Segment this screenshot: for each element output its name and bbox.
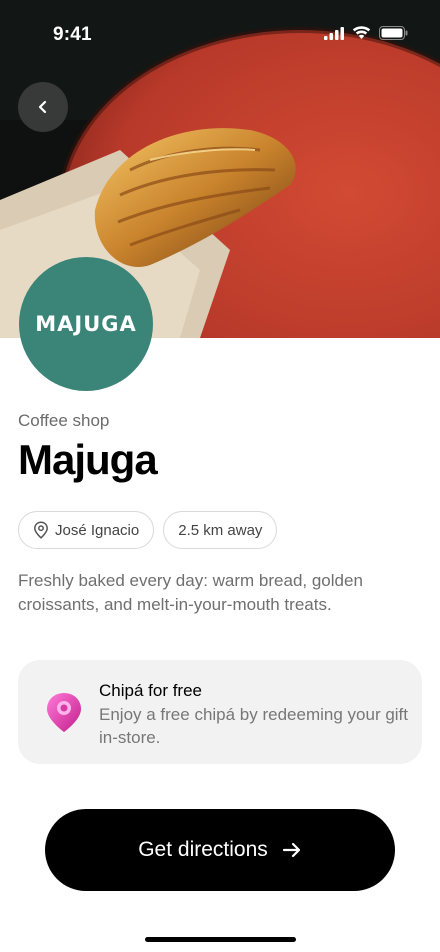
shop-logo-text: MAJUGA: [35, 312, 137, 336]
shop-logo: MAJUGA: [19, 257, 153, 391]
status-bar: 9:41: [0, 0, 440, 70]
location-label: José Ignacio: [55, 521, 140, 539]
wifi-icon: [352, 26, 371, 39]
promo-description: Enjoy a free chipá by redeeming your gif…: [99, 705, 409, 747]
map-pin-icon: [34, 521, 48, 539]
shop-name: Majuga: [18, 436, 158, 483]
chevron-left-icon: [38, 100, 47, 114]
status-icons: [324, 26, 408, 40]
promo-card[interactable]: Chipá for free Enjoy a free chipá by red…: [18, 660, 422, 764]
get-directions-button[interactable]: Get directions: [45, 809, 395, 891]
battery-icon: [379, 26, 408, 40]
promo-title: Chipá for free: [99, 681, 202, 700]
shop-category: Coffee shop: [18, 411, 110, 430]
cellular-signal-icon: [324, 26, 344, 40]
shop-description: Freshly baked every day: warm bread, gol…: [18, 571, 363, 614]
distance-label: 2.5 km away: [178, 521, 263, 539]
location-chip[interactable]: José Ignacio: [18, 511, 155, 549]
back-button[interactable]: [18, 82, 68, 132]
get-directions-label: Get directions: [138, 838, 268, 861]
arrow-right-icon: [282, 842, 300, 858]
gift-pin-icon: [47, 693, 81, 732]
home-indicator[interactable]: [145, 937, 296, 942]
status-time: 9:41: [53, 24, 92, 45]
distance-chip: 2.5 km away: [163, 511, 278, 549]
info-chips: José Ignacio 2.5 km away: [18, 511, 278, 549]
